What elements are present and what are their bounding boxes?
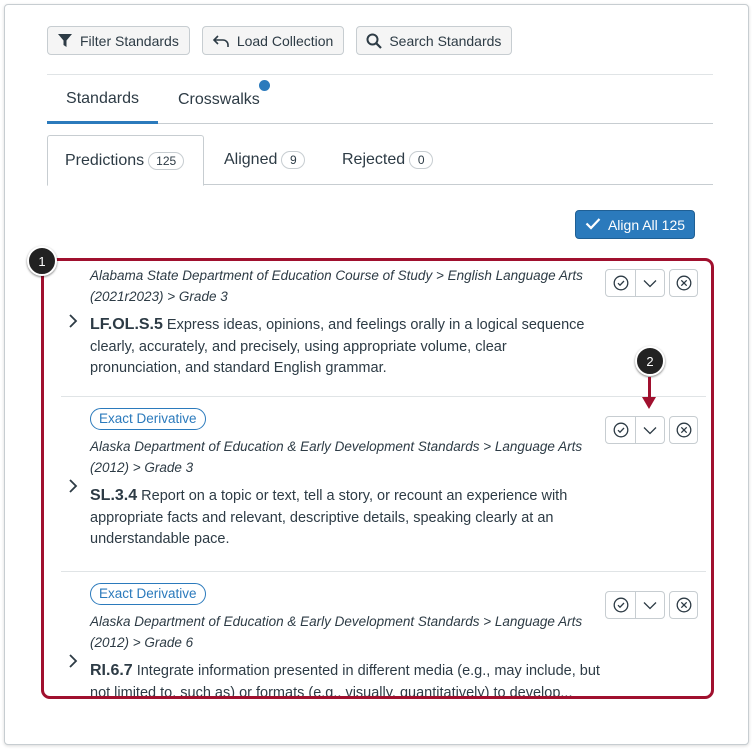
reject-button[interactable] xyxy=(669,416,698,444)
standard-description: RI.6.7 Integrate information presented i… xyxy=(90,660,600,699)
exact-derivative-tag: Exact Derivative xyxy=(90,583,206,605)
filter-standards-button[interactable]: Filter Standards xyxy=(47,26,190,55)
x-circle-icon xyxy=(676,275,691,291)
callout-arrow-head xyxy=(642,397,656,409)
standard-content: Exact Derivative Alaska Department of Ed… xyxy=(90,408,600,551)
x-circle-icon xyxy=(676,422,691,438)
chevron-down-icon xyxy=(643,279,657,287)
check-circle-icon xyxy=(613,275,628,291)
approve-button[interactable] xyxy=(606,592,635,618)
tab-rejected-label: Rejected xyxy=(342,151,406,168)
list-item: Exact Derivative Alaska Department of Ed… xyxy=(44,397,711,571)
chevron-right-icon[interactable] xyxy=(68,312,78,333)
rejected-count-badge: 0 xyxy=(409,151,434,169)
chevron-down-icon xyxy=(643,601,657,609)
standard-code: LF.OL.S.5 xyxy=(90,316,163,333)
standard-content: Alabama State Department of Education Co… xyxy=(90,265,600,380)
standard-text: Express ideas, opinions, and feelings or… xyxy=(90,317,585,376)
tab-crosswalks[interactable]: Crosswalks xyxy=(178,76,260,123)
tab-standards[interactable]: Standards xyxy=(47,76,158,124)
predictions-list: Alabama State Department of Education Co… xyxy=(41,258,714,699)
list-item: Alabama State Department of Education Co… xyxy=(44,261,711,396)
standard-description: LF.OL.S.5 Express ideas, opinions, and f… xyxy=(90,314,600,380)
standard-content: Exact Derivative Alaska Department of Ed… xyxy=(90,583,600,699)
aligned-count-badge: 9 xyxy=(281,151,306,169)
callout-badge-2: 2 xyxy=(635,346,665,376)
x-circle-icon xyxy=(676,597,691,613)
load-collection-button[interactable]: Load Collection xyxy=(201,26,345,55)
tab-predictions-label: Predictions xyxy=(65,151,145,169)
align-all-label: Align All 125 xyxy=(607,216,686,233)
filter-standards-label: Filter Standards xyxy=(80,32,179,49)
standard-text: Integrate information presented in diffe… xyxy=(90,663,600,699)
approve-menu-button[interactable] xyxy=(635,417,664,443)
standard-path: Alabama State Department of Education Co… xyxy=(90,268,583,304)
tab-standards-label: Standards xyxy=(66,89,139,107)
exact-derivative-tag: Exact Derivative xyxy=(90,408,206,430)
tab-predictions[interactable]: Predictions 125 xyxy=(47,135,204,186)
align-all-button[interactable]: Align All 125 xyxy=(575,210,695,239)
list-item: Exact Derivative Alaska Department of Ed… xyxy=(44,572,711,699)
reject-button[interactable] xyxy=(669,591,698,619)
filter-icon xyxy=(57,33,73,48)
approve-split-button xyxy=(605,269,665,297)
predictions-count-badge: 125 xyxy=(148,151,185,170)
chevron-right-icon[interactable] xyxy=(68,477,78,498)
tab-crosswalks-label: Crosswalks xyxy=(178,90,260,108)
item-actions xyxy=(605,591,698,619)
check-circle-icon xyxy=(613,597,628,613)
approve-split-button xyxy=(605,591,665,619)
standard-path: Alaska Department of Education & Early D… xyxy=(90,439,583,475)
approve-menu-button[interactable] xyxy=(635,270,664,296)
check-circle-icon xyxy=(613,422,628,438)
main-tabs: Standards Crosswalks xyxy=(47,76,713,124)
checkmark-icon xyxy=(585,217,601,233)
approve-menu-button[interactable] xyxy=(635,592,664,618)
chevron-down-icon xyxy=(643,426,657,434)
prediction-tabs: Predictions 125 Aligned 9 Rejected 0 xyxy=(47,135,713,186)
standard-code: SL.3.4 xyxy=(90,487,138,504)
tab-rejected[interactable]: Rejected 0 xyxy=(342,135,434,185)
divider xyxy=(47,74,713,75)
standard-text: Report on a topic or text, tell a story,… xyxy=(90,488,568,547)
tab-aligned-label: Aligned xyxy=(224,151,278,168)
standard-path: Alaska Department of Education & Early D… xyxy=(90,614,583,650)
toolbar: Filter Standards Load Collection Search … xyxy=(47,26,513,55)
approve-split-button xyxy=(605,416,665,444)
search-standards-label: Search Standards xyxy=(389,32,502,49)
tab-aligned[interactable]: Aligned 9 xyxy=(224,135,306,185)
search-standards-button[interactable]: Search Standards xyxy=(356,26,513,55)
item-actions xyxy=(605,416,698,444)
standard-code: RI.6.7 xyxy=(90,662,133,679)
item-actions xyxy=(605,269,698,297)
callout-badge-1: 1 xyxy=(27,246,57,276)
approve-button[interactable] xyxy=(606,417,635,443)
load-collection-label: Load Collection xyxy=(236,32,334,49)
approve-button[interactable] xyxy=(606,270,635,296)
search-icon xyxy=(366,33,383,49)
chevron-right-icon[interactable] xyxy=(68,652,78,673)
undo-arrow-icon xyxy=(212,34,230,48)
notification-dot xyxy=(259,80,270,91)
standard-description: SL.3.4 Report on a topic or text, tell a… xyxy=(90,485,600,551)
reject-button[interactable] xyxy=(669,269,698,297)
